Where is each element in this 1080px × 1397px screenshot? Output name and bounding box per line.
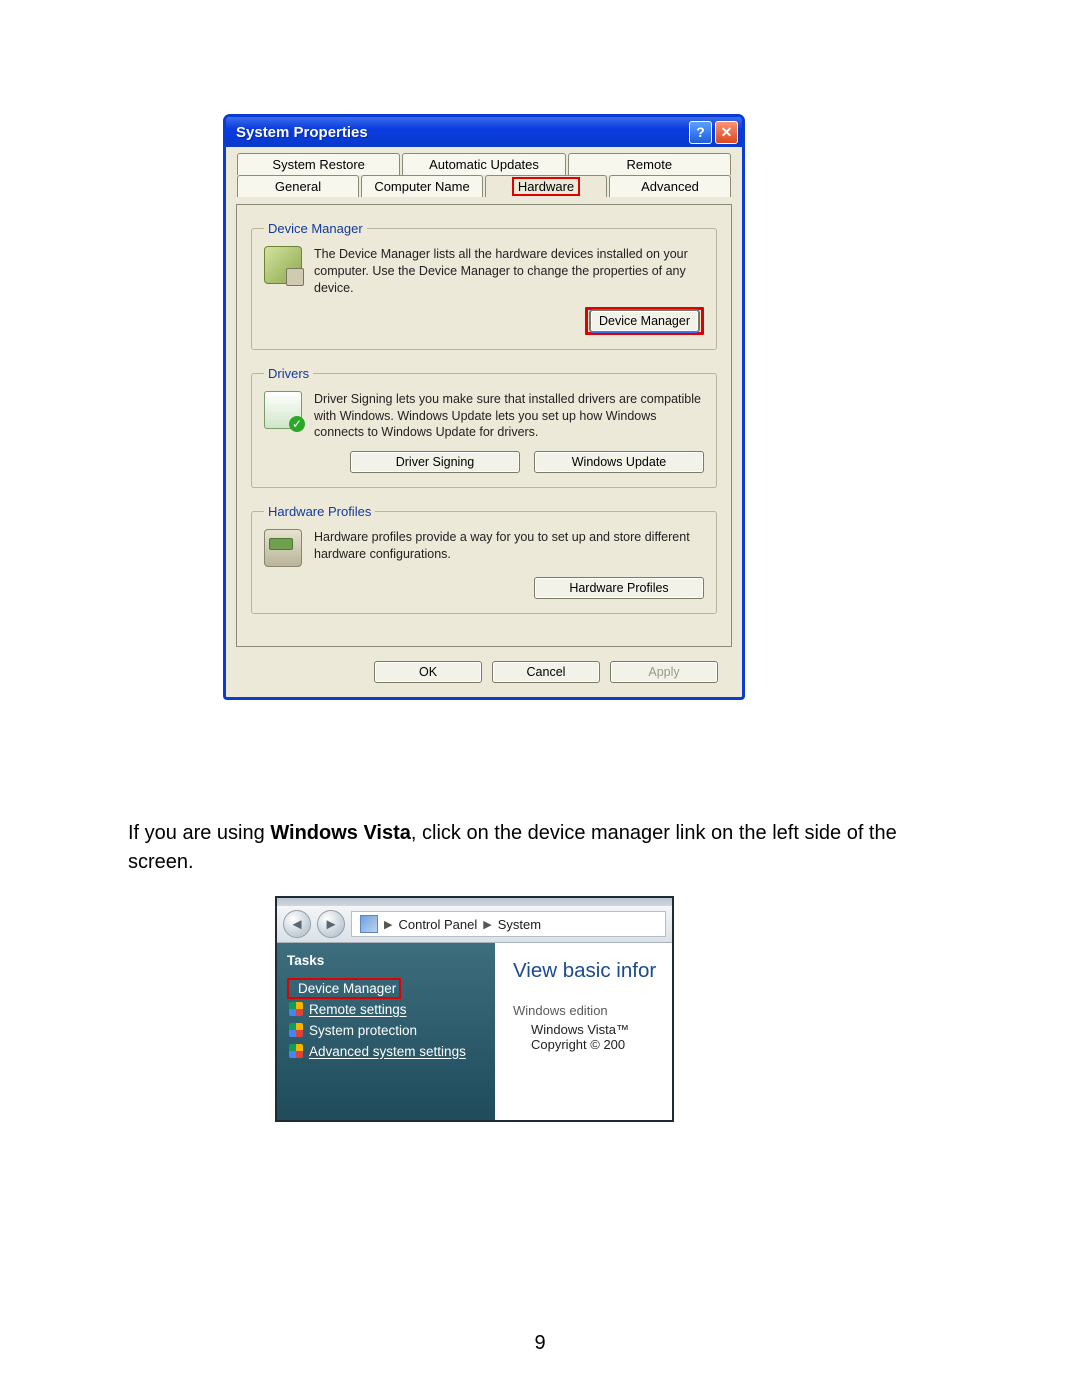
group-legend: Device Manager bbox=[264, 221, 367, 236]
titlebar[interactable]: System Properties ? ✕ bbox=[226, 117, 742, 147]
group-legend: Hardware Profiles bbox=[264, 504, 375, 519]
hardware-profiles-icon bbox=[264, 529, 302, 567]
body-line: Copyright © 200 bbox=[513, 1037, 662, 1052]
device-manager-icon bbox=[264, 246, 302, 284]
sidebar-link-system-protection[interactable]: System protection bbox=[287, 1020, 485, 1041]
highlight-device-manager-link: Device Manager bbox=[287, 978, 401, 999]
hardware-profiles-button[interactable]: Hardware Profiles bbox=[534, 577, 704, 599]
shield-icon bbox=[289, 1002, 303, 1016]
nav-toolbar: ◄ ► ▶ Control Panel ▶ System bbox=[277, 906, 672, 943]
windows-update-button[interactable]: Windows Update bbox=[534, 451, 704, 473]
shield-icon bbox=[289, 1023, 303, 1037]
help-button[interactable]: ? bbox=[689, 121, 712, 144]
group-device-manager: Device Manager The Device Manager lists … bbox=[251, 221, 717, 350]
close-button[interactable]: ✕ bbox=[715, 121, 738, 144]
ok-button[interactable]: OK bbox=[374, 661, 482, 683]
group-drivers: Drivers Driver Signing lets you make sur… bbox=[251, 366, 717, 489]
tab-hardware[interactable]: Hardware bbox=[485, 175, 607, 197]
cancel-button[interactable]: Cancel bbox=[492, 661, 600, 683]
tab-advanced[interactable]: Advanced bbox=[609, 175, 731, 197]
system-properties-dialog: System Properties ? ✕ System Restore Aut… bbox=[224, 115, 744, 699]
tab-computer-name[interactable]: Computer Name bbox=[361, 175, 483, 197]
text-bold: Windows Vista bbox=[270, 822, 411, 844]
device-manager-button[interactable]: Device Manager bbox=[590, 310, 699, 332]
window-frame-top bbox=[277, 898, 672, 906]
page-heading: View basic infor bbox=[513, 959, 662, 983]
chevron-right-icon: ▶ bbox=[483, 918, 491, 931]
highlight-hardware-tab: Hardware bbox=[512, 177, 580, 196]
apply-button[interactable]: Apply bbox=[610, 661, 718, 683]
window-title: System Properties bbox=[230, 124, 368, 141]
group-text: Hardware profiles provide a way for you … bbox=[314, 529, 704, 567]
tab-automatic-updates[interactable]: Automatic Updates bbox=[402, 153, 565, 175]
computer-icon bbox=[360, 915, 378, 933]
sidebar-link-remote-settings[interactable]: Remote settings bbox=[287, 999, 485, 1020]
text-prefix: If you are using bbox=[128, 822, 270, 844]
group-legend: Drivers bbox=[264, 366, 313, 381]
tab-remote[interactable]: Remote bbox=[568, 153, 731, 175]
breadcrumb-item[interactable]: System bbox=[498, 917, 541, 932]
section-label: Windows edition bbox=[513, 1003, 662, 1022]
drivers-icon bbox=[264, 391, 302, 429]
group-hardware-profiles: Hardware Profiles Hardware profiles prov… bbox=[251, 504, 717, 614]
vista-system-window: ◄ ► ▶ Control Panel ▶ System Tasks Devic… bbox=[275, 896, 674, 1122]
breadcrumb-item[interactable]: Control Panel bbox=[398, 917, 477, 932]
body-line: Windows Vista™ bbox=[513, 1022, 662, 1037]
group-text: The Device Manager lists all the hardwar… bbox=[314, 246, 704, 297]
page-number: 9 bbox=[0, 1332, 1080, 1355]
tab-system-restore[interactable]: System Restore bbox=[237, 153, 400, 175]
instruction-paragraph: If you are using Windows Vista, click on… bbox=[128, 819, 948, 877]
sidebar-link-advanced-settings[interactable]: Advanced system settings bbox=[287, 1041, 485, 1062]
hardware-tabpanel: Device Manager The Device Manager lists … bbox=[236, 204, 732, 647]
highlight-device-manager-button: Device Manager bbox=[585, 307, 704, 335]
group-text: Driver Signing lets you make sure that i… bbox=[314, 391, 704, 442]
dialog-footer: OK Cancel Apply bbox=[236, 647, 732, 683]
tasks-heading: Tasks bbox=[287, 953, 485, 968]
chevron-right-icon: ▶ bbox=[384, 918, 392, 931]
tasks-sidebar: Tasks Device Manager Remote settings Sys… bbox=[277, 943, 495, 1121]
driver-signing-button[interactable]: Driver Signing bbox=[350, 451, 520, 473]
breadcrumb[interactable]: ▶ Control Panel ▶ System bbox=[351, 911, 666, 937]
forward-button[interactable]: ► bbox=[317, 910, 345, 938]
tab-general[interactable]: General bbox=[237, 175, 359, 197]
shield-icon bbox=[289, 1044, 303, 1058]
main-panel: View basic infor Windows edition Windows… bbox=[495, 943, 672, 1121]
back-button[interactable]: ◄ bbox=[283, 910, 311, 938]
sidebar-link-device-manager[interactable]: Device Manager bbox=[298, 981, 396, 996]
tab-strip: System Restore Automatic Updates Remote … bbox=[236, 153, 732, 205]
